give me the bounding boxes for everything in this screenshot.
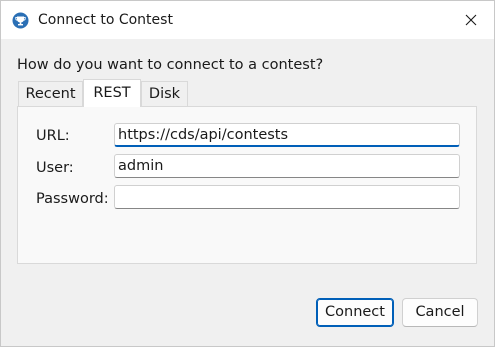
tab-rest[interactable]: REST [83, 79, 141, 107]
password-label: Password: [36, 191, 109, 207]
cancel-button[interactable]: Cancel [402, 298, 478, 327]
connect-dialog-window: Connect to Contest How do you want to co… [0, 0, 495, 347]
title-bar[interactable]: Connect to Contest [1, 1, 494, 39]
connect-button[interactable]: Connect [316, 298, 394, 327]
trophy-icon [12, 12, 29, 29]
close-icon [465, 14, 477, 26]
connect-question: How do you want to connect to a contest? [17, 57, 324, 73]
user-field[interactable] [114, 154, 460, 178]
user-label: User: [36, 160, 74, 176]
password-field[interactable] [114, 185, 460, 209]
tab-recent[interactable]: Recent [18, 81, 83, 106]
url-label: URL: [36, 128, 70, 144]
close-button[interactable] [448, 1, 494, 39]
window-title: Connect to Contest [38, 12, 173, 28]
url-field[interactable] [114, 123, 460, 147]
tab-disk[interactable]: Disk [141, 81, 188, 106]
